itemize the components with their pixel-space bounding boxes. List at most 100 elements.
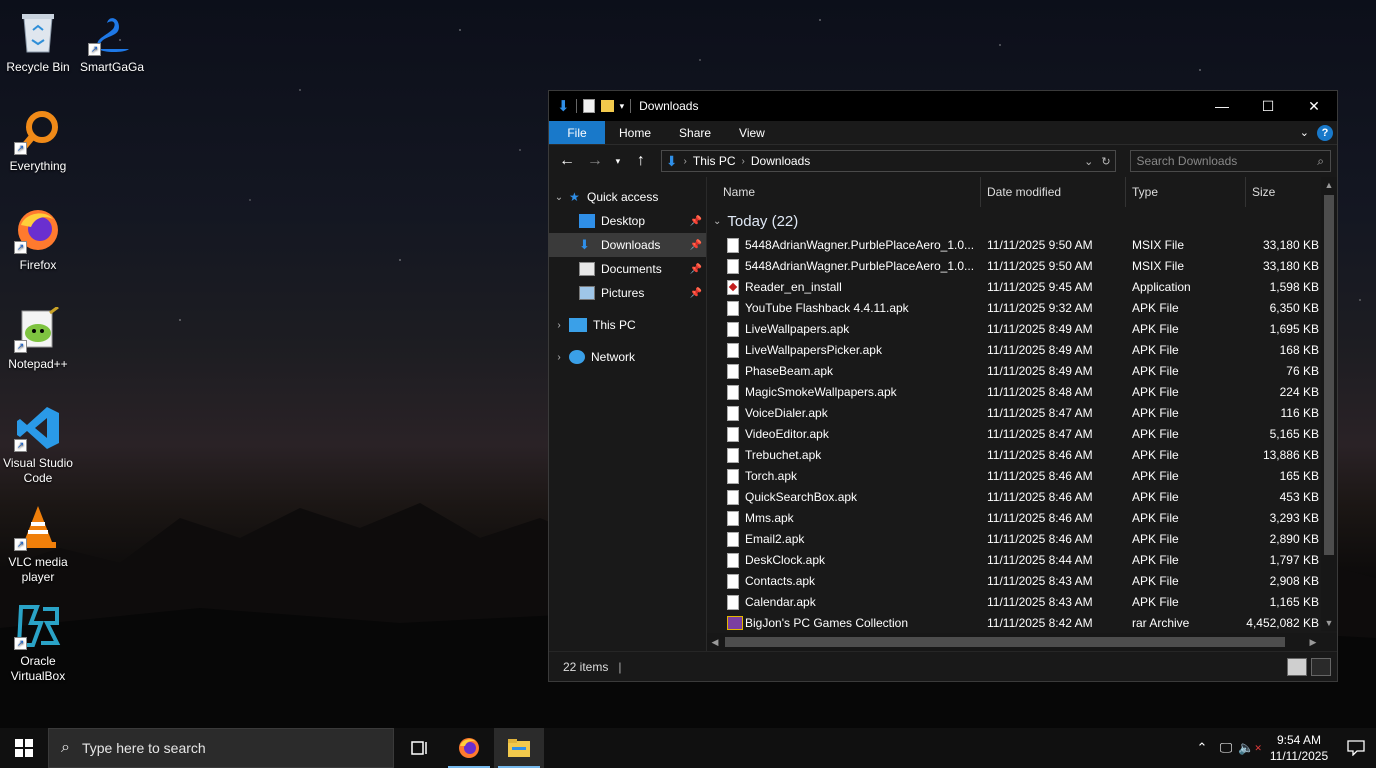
desktop-icon-vlc[interactable]: ↗ VLC media player	[1, 503, 75, 585]
desktop-icon-smartgaga[interactable]: ↗ SmartGaGa	[75, 8, 149, 75]
file-row[interactable]: QuickSearchBox.apk 11/11/2025 8:46 AM APK …	[707, 487, 1337, 508]
file-row[interactable]: LiveWallpapersPicker.apk 11/11/2025 8:49 …	[707, 340, 1337, 361]
horizontal-scroll-thumb[interactable]	[725, 637, 1285, 647]
file-row[interactable]: YouTube Flashback 4.4.11.apk 11/11/2025 9…	[707, 298, 1337, 319]
title-bar[interactable]: ⬇ ▾ Downloads — ☐ ✕	[549, 91, 1337, 121]
maximize-button[interactable]: ☐	[1245, 91, 1291, 121]
tab-share[interactable]: Share	[665, 121, 725, 144]
expand-chevron-icon[interactable]: ›	[549, 352, 569, 363]
file-row[interactable]: DeskClock.apk 11/11/2025 8:44 AM APK File 1…	[707, 550, 1337, 571]
shortcut-arrow-icon: ↗	[14, 439, 27, 452]
address-history-icon[interactable]: ⌄	[1084, 155, 1093, 168]
up-button[interactable]: ↑	[629, 149, 653, 173]
file-row[interactable]: Torch.apk 11/11/2025 8:46 AM APK File 165 K…	[707, 466, 1337, 487]
file-row[interactable]: BigJon's PC Games Collection 11/11/2025 8…	[707, 613, 1337, 634]
expand-ribbon-icon[interactable]: ⌄	[1300, 126, 1309, 139]
downloads-folder-icon: ⬇	[579, 237, 590, 252]
navigation-bar: ← → ▾ ↑ ⬇ › This PC › Downloads ⌄ ↻ Sear…	[549, 145, 1337, 177]
large-icons-view-button[interactable]	[1311, 657, 1331, 676]
nav-downloads[interactable]: ⬇ Downloads 📌	[549, 233, 706, 257]
back-button[interactable]: ←	[555, 149, 579, 173]
column-header-size[interactable]: Size	[1246, 177, 1321, 207]
close-button[interactable]: ✕	[1291, 91, 1337, 121]
desktop-icon-virtualbox[interactable]: ↗ Oracle VirtualBox	[1, 602, 75, 684]
file-size: 6,350 KB	[1269, 301, 1319, 315]
file-row[interactable]: 5448AdrianWagner.PurblePlaceAero_1.0....…	[707, 256, 1337, 277]
desktop-icon-firefox[interactable]: ↗ Firefox	[1, 206, 75, 273]
explorer-content: ⌄ ★ Quick access Desktop 📌 ⬇ Downloads 📌…	[549, 177, 1337, 651]
tab-file[interactable]: File	[549, 121, 605, 144]
task-view-button[interactable]	[394, 728, 444, 768]
file-row[interactable]: Calendar.apk 11/11/2025 8:43 AM APK File 1,…	[707, 592, 1337, 613]
search-input[interactable]: Search Downloads ⌕	[1129, 150, 1332, 172]
forward-button[interactable]: →	[583, 149, 607, 173]
address-bar[interactable]: ⬇ › This PC › Downloads ⌄ ↻	[660, 150, 1116, 172]
desktop-icon-notepadpp[interactable]: ↗ Notepad++	[1, 305, 75, 372]
minimize-button[interactable]: —	[1199, 91, 1245, 121]
file-size: 1,165 KB	[1269, 595, 1319, 609]
customize-toolbar-icon[interactable]: ▾	[620, 101, 625, 112]
recent-locations-button[interactable]: ▾	[611, 149, 625, 173]
volume-muted-icon[interactable]: 🔈 ✕	[1238, 740, 1262, 756]
taskbar-clock[interactable]: 9:54 AM 11/11/2025	[1262, 732, 1336, 764]
file-row[interactable]: Reader_en_install 11/11/2025 9:45 AM Appli…	[707, 277, 1337, 298]
file-row[interactable]: 5448AdrianWagner.PurblePlaceAero_1.0....…	[707, 235, 1337, 256]
nav-documents[interactable]: Documents 📌	[549, 257, 706, 281]
start-button[interactable]	[0, 728, 48, 768]
shortcut-arrow-icon: ↗	[14, 538, 27, 551]
scroll-down-arrow[interactable]: ▼	[1321, 615, 1337, 631]
tab-view[interactable]: View	[725, 121, 779, 144]
nav-this-pc[interactable]: › This PC	[549, 313, 706, 337]
taskbar-file-explorer[interactable]	[494, 728, 544, 768]
desktop-icon-everything[interactable]: ↗ Everything	[1, 107, 75, 174]
taskbar-search-box[interactable]: ⌕ Type here to search	[48, 728, 394, 768]
file-row[interactable]: Trebuchet.apk 11/11/2025 8:46 AM APK File 1…	[707, 445, 1337, 466]
everything-icon: ↗	[14, 107, 62, 155]
refresh-icon[interactable]: ↻	[1101, 155, 1110, 168]
network-tray-icon[interactable]: 🖵	[1214, 740, 1238, 756]
file-row[interactable]: Email2.apk 11/11/2025 8:46 AM APK File 2,89…	[707, 529, 1337, 550]
star-icon: ★	[569, 190, 580, 204]
action-center-button[interactable]	[1336, 740, 1376, 756]
help-icon[interactable]: ?	[1317, 124, 1333, 141]
status-bar: 22 items |	[549, 651, 1337, 681]
desktop-icon-recycle-bin[interactable]: Recycle Bin	[1, 8, 75, 75]
tab-home[interactable]: Home	[605, 121, 665, 144]
show-hidden-icons-button[interactable]: ⌃	[1190, 740, 1214, 756]
file-row[interactable]: Contacts.apk 11/11/2025 8:43 AM APK File 2,…	[707, 571, 1337, 592]
properties-icon[interactable]	[582, 99, 595, 113]
column-header-name[interactable]: Name	[717, 177, 981, 207]
file-row[interactable]: VoiceDialer.apk 11/11/2025 8:47 AM APK Fil…	[707, 403, 1337, 424]
nav-network[interactable]: › Network	[549, 345, 706, 369]
expand-chevron-icon[interactable]: ›	[549, 320, 569, 331]
file-row[interactable]: PhaseBeam.apk 11/11/2025 8:49 AM APK File 7…	[707, 361, 1337, 382]
file-row[interactable]: Mms.apk 11/11/2025 8:46 AM APK File 3,293 K…	[707, 508, 1337, 529]
breadcrumb-downloads[interactable]: Downloads	[751, 154, 810, 168]
network-icon	[569, 350, 585, 364]
desktop-icon-vscode[interactable]: ↗ Visual Studio Code	[1, 404, 75, 486]
group-header-today[interactable]: ⌄ Today (22)	[707, 207, 1337, 235]
file-row[interactable]: VideoEditor.apk 11/11/2025 8:47 AM APK Fil…	[707, 424, 1337, 445]
taskbar-firefox[interactable]	[444, 728, 494, 768]
shortcut-arrow-icon: ↗	[14, 241, 27, 254]
collapse-chevron-icon[interactable]: ⌄	[549, 192, 569, 203]
column-header-type[interactable]: Type	[1126, 177, 1246, 207]
file-row[interactable]: LiveWallpapers.apk 11/11/2025 8:49 AM APK …	[707, 319, 1337, 340]
scroll-left-arrow[interactable]: ◀	[707, 633, 723, 651]
nav-desktop[interactable]: Desktop 📌	[549, 209, 706, 233]
documents-folder-icon	[579, 262, 595, 276]
details-view-button[interactable]	[1287, 657, 1307, 676]
scroll-right-arrow[interactable]: ▶	[1305, 633, 1321, 651]
nav-pictures[interactable]: Pictures 📌	[549, 281, 706, 305]
vertical-scroll-thumb[interactable]	[1324, 195, 1334, 555]
file-type: APK File	[1132, 343, 1179, 357]
new-folder-icon[interactable]	[600, 100, 614, 112]
breadcrumb-this-pc[interactable]: This PC	[693, 154, 736, 168]
scroll-up-arrow[interactable]: ▲	[1321, 177, 1337, 193]
file-row[interactable]: MagicSmokeWallpapers.apk 11/11/2025 8:48 …	[707, 382, 1337, 403]
nav-quick-access[interactable]: ⌄ ★ Quick access	[549, 185, 706, 209]
column-header-date[interactable]: Date modified	[981, 177, 1126, 207]
horizontal-scrollbar[interactable]: ◀ ▶	[707, 633, 1337, 651]
vertical-scrollbar[interactable]: ▲ ▼	[1321, 177, 1337, 631]
group-collapse-icon[interactable]: ⌄	[713, 216, 721, 227]
